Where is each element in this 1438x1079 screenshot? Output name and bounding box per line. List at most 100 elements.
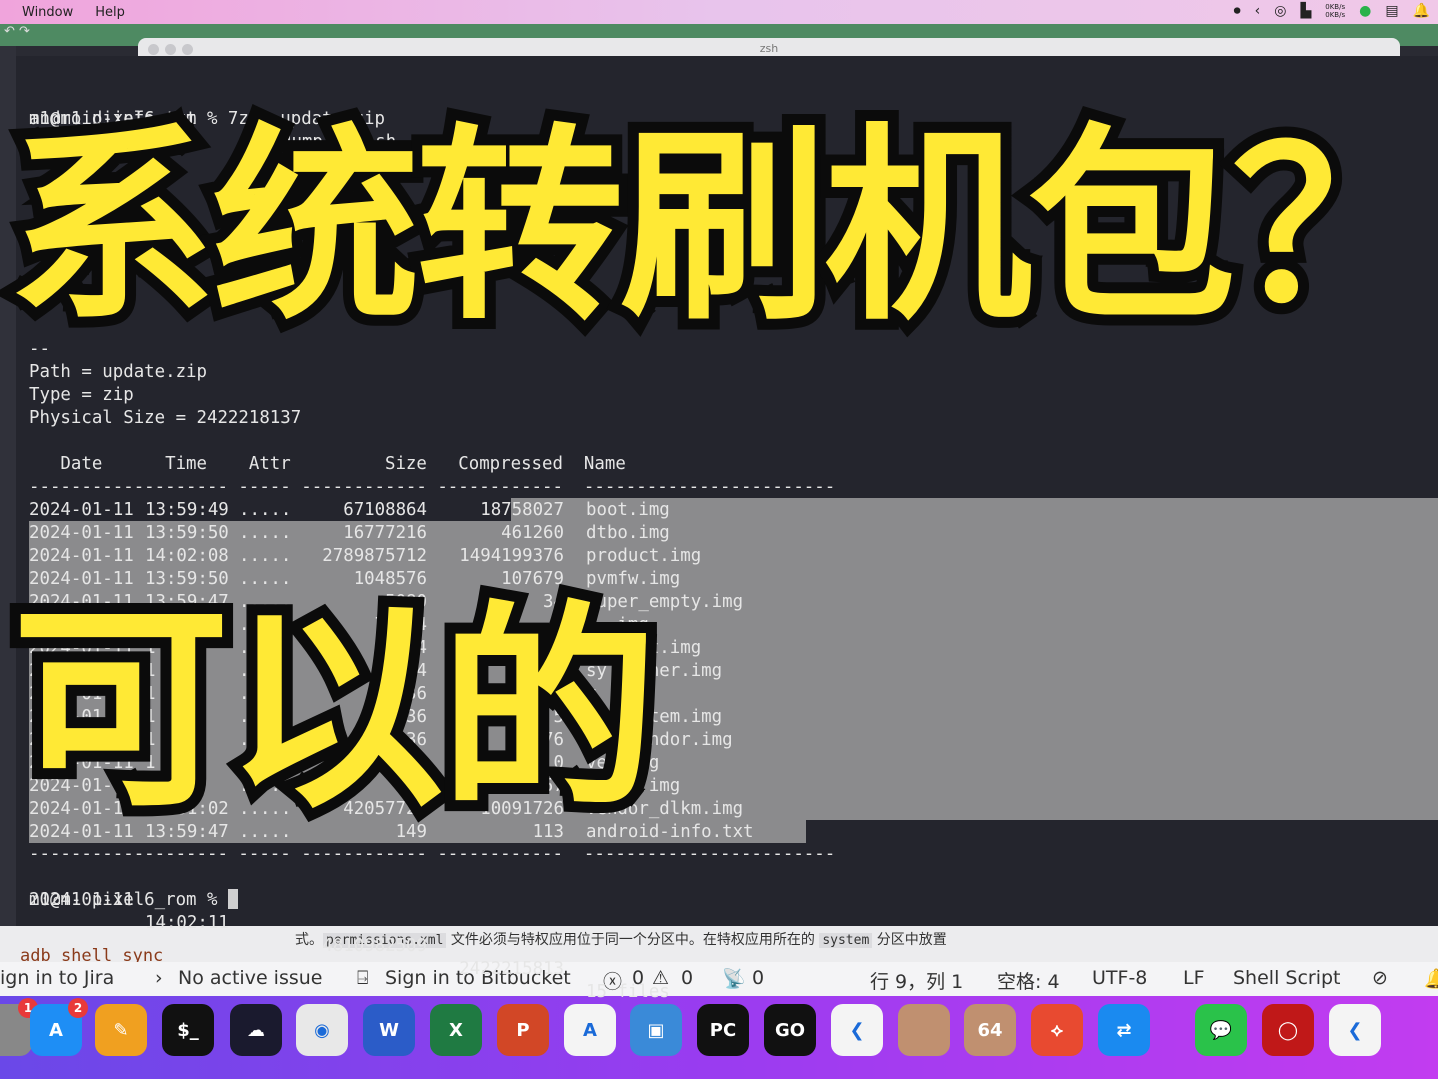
portrait-app-64-icon[interactable]: 64 (964, 1004, 1016, 1056)
net-down: 0KB/s (1325, 11, 1346, 19)
cell-time: 14:02:08 (145, 546, 229, 566)
window-title: zsh (759, 42, 779, 55)
chevron-right-icon: › (155, 967, 163, 989)
table-header: Date Time Attr Size Compressed Name (29, 454, 626, 474)
subheadline-overlay: 可以的 (1, 584, 669, 837)
total-row: 2024-01-11 14:02:11 4810982509 242221581… (29, 866, 670, 1002)
app-glyph: P (516, 1019, 530, 1041)
vscode-icon[interactable]: ❮ (831, 1004, 883, 1056)
cell-date: 2024-01-11 (29, 546, 134, 566)
active-issue[interactable]: No active issue (178, 967, 322, 989)
speedometer-icon[interactable]: ◎ (1274, 3, 1286, 19)
archive-type: Type = zip (29, 385, 134, 405)
total-time: 14:02:11 (145, 913, 229, 933)
powerpoint-icon[interactable]: P (497, 1004, 549, 1056)
pycharm-icon[interactable]: PC (697, 1004, 749, 1056)
record-icon[interactable]: ⏺ (1234, 3, 1241, 19)
n-app-icon[interactable]: ● (1359, 3, 1371, 19)
storage-icon[interactable]: ▤ (1385, 3, 1398, 19)
zoom-button[interactable] (182, 44, 193, 55)
terminal-titlebar: zsh (138, 38, 1400, 58)
archive-size: Physical Size = 2422218137 (29, 408, 302, 428)
excel-icon[interactable]: X (430, 1004, 482, 1056)
teamviewer-icon[interactable]: ⇄ (1098, 1004, 1150, 1056)
sketch-icon[interactable]: ✎ (95, 1004, 147, 1056)
broadcast-count[interactable]: 0 (752, 967, 764, 989)
archive-path: Path = update.zip (29, 362, 207, 382)
cell-compressed: 461260 (501, 523, 564, 543)
app-glyph: A (583, 1019, 597, 1041)
app-glyph: ◯ (1277, 1019, 1299, 1041)
cell-name: boot.img (586, 500, 670, 520)
cell-date: 2024-01-11 (29, 500, 134, 520)
git-client-icon[interactable]: ⟡ (1031, 1004, 1083, 1056)
chevron-left-icon[interactable]: ‹ (1255, 3, 1261, 19)
broadcast-icon[interactable]: 📡 (722, 967, 746, 990)
app-glyph: ❮ (1347, 1019, 1363, 1041)
recorder-icon[interactable]: ◯ (1262, 1004, 1314, 1056)
cat-icon[interactable]: ▙ (1300, 3, 1311, 19)
net-up: 0KB/s (1325, 3, 1346, 11)
chrome-icon[interactable]: ◉ (296, 1004, 348, 1056)
headline-overlay: 系统转刷机包？ (0, 107, 1438, 349)
cell-name: product.img (586, 546, 702, 566)
cell-time: 13:59:49 (145, 500, 229, 520)
app-glyph: ✎ (113, 1019, 129, 1041)
app-glyph: X (449, 1019, 463, 1041)
undo-icon[interactable]: ↶ ↷ (4, 24, 30, 39)
notification-badge: 2 (68, 998, 88, 1018)
portrait-app-icon[interactable] (898, 1004, 950, 1056)
menu-window[interactable]: Window (22, 5, 73, 20)
menu-help[interactable]: Help (95, 5, 125, 20)
ls-output: android-info.txt dump_rom.sh out super_e… (29, 85, 1142, 221)
table-divider: ------------------- ----- ------------ -… (29, 844, 836, 864)
remote-desktop-icon[interactable]: ▣ (630, 1004, 682, 1056)
instruments-icon[interactable]: A (564, 1004, 616, 1056)
terminal-icon[interactable]: $_ (162, 1004, 214, 1056)
table-divider: ------------------- ----- ------------ -… (29, 477, 836, 497)
cell-time: 13:59:50 (145, 523, 229, 543)
language-mode[interactable]: Shell Script (1233, 967, 1341, 989)
app-glyph: ❮ (849, 1019, 865, 1041)
cell-name: dtbo.img (586, 523, 670, 543)
line-ending[interactable]: LF (1183, 967, 1205, 989)
vscode-insiders-icon[interactable]: ❮ (1329, 1004, 1381, 1056)
app-glyph: 💬 (1209, 1019, 1233, 1041)
encoding[interactable]: UTF-8 (1092, 967, 1147, 989)
app-glyph: $_ (177, 1019, 199, 1041)
app-glyph: ⇄ (1116, 1019, 1132, 1041)
app-glyph: PC (709, 1019, 737, 1041)
no-copilot-icon[interactable]: ⊘ (1372, 967, 1388, 989)
dock: 1 A 2 ✎ $_ ☁ ◉ W X P A ▣ PC GO ❮ 64 ⟡ ⇄ 💬 ◯ ❮ (0, 996, 1438, 1079)
hint-mid: 文件必须与特权应用位于同一个分区中。在特权应用所在的 (446, 932, 820, 948)
hint-code: system (819, 933, 873, 948)
wechat-icon[interactable]: 💬 (1195, 1004, 1247, 1056)
app-glyph: W (379, 1019, 399, 1041)
word-icon[interactable]: W (363, 1004, 415, 1056)
network-speed: 0KB/s 0KB/s (1325, 3, 1345, 19)
total-size: 4810982509 (322, 936, 427, 956)
goland-icon[interactable]: GO (764, 1004, 816, 1056)
cell-date: 2024-01-11 (29, 523, 134, 543)
app-glyph: ◉ (314, 1019, 330, 1041)
cursor (227, 889, 238, 909)
cell-compressed: 18758027 (480, 500, 564, 520)
warning-count[interactable]: 0 (681, 967, 693, 989)
close-button[interactable] (148, 44, 159, 55)
notifications-icon[interactable]: 🔔 (1424, 967, 1438, 990)
cloud-app-icon[interactable]: ☁ (230, 1004, 282, 1056)
cursor-position[interactable]: 行 9，列 1 (870, 967, 963, 994)
indentation[interactable]: 空格: 4 (997, 967, 1060, 994)
window-controls (148, 44, 193, 55)
total-date: 2024-01-11 (29, 890, 134, 910)
minimize-button[interactable] (165, 44, 176, 55)
menu-bar: Window Help ⏺ ‹ ◎ ▙ 0KB/s 0KB/s ● ▤ 🔔 (0, 0, 1438, 24)
total-files: 15 files (586, 982, 670, 1002)
status-bar: ign in to Jira › No active issue ⍈ Sign … (0, 962, 1438, 996)
app-glyph: ☁ (247, 1019, 265, 1041)
app-glyph: 64 (977, 1019, 1003, 1041)
system-preferences-icon[interactable]: 1 (0, 998, 38, 1056)
bell-icon[interactable]: 🔔 (1413, 3, 1430, 19)
system-tray: ⏺ ‹ ◎ ▙ 0KB/s 0KB/s ● ▤ 🔔 (1234, 3, 1430, 19)
cell-compressed: 1494199376 (459, 546, 564, 566)
